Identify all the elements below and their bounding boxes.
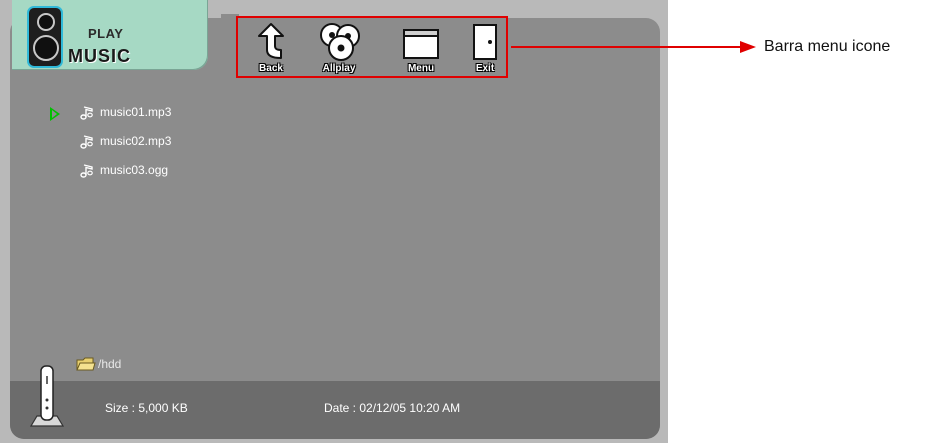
logo-text-music: MUSIC: [68, 46, 131, 66]
media-player-screen: PLAY MUSIC Back Allplay Menu Exit music0…: [0, 0, 668, 443]
main-panel: [10, 18, 660, 439]
exit-label: Exit: [475, 63, 495, 74]
allplay-label: Allplay: [322, 63, 356, 74]
back-arrow-icon: [258, 23, 284, 59]
menu-window-icon: [403, 29, 439, 59]
speaker-logo-icon: [27, 6, 63, 68]
menu-button[interactable]: Menu: [396, 22, 446, 76]
allplay-button[interactable]: Allplay: [314, 22, 364, 76]
music-note-icon: [80, 135, 93, 149]
exit-button[interactable]: Exit: [460, 22, 510, 76]
discs-icon: [320, 23, 360, 61]
callout-label: Barra menu icone: [764, 38, 891, 55]
file-size-text: Size : 5,000 KB: [105, 401, 188, 415]
file-date-text: Date : 02/12/05 10:20 AM: [324, 401, 461, 415]
callout-arrow-icon: [740, 41, 756, 53]
back-label: Back: [259, 63, 283, 74]
menu-label: Menu: [407, 63, 435, 74]
logo-text-play: PLAY: [88, 26, 124, 41]
back-button[interactable]: Back: [246, 22, 296, 76]
play-indicator-icon: [50, 107, 60, 121]
current-path: /hdd: [76, 356, 121, 377]
path-text: /hdd: [98, 357, 122, 371]
folder-icon: [76, 357, 96, 371]
remote-control-icon: [29, 365, 65, 427]
icon-menu-bar: Back Allplay Menu Exit: [236, 16, 508, 78]
door-icon: [473, 24, 497, 60]
music-note-icon: [80, 106, 93, 120]
file-name: music02.mp3: [100, 134, 172, 148]
music-note-icon: [80, 164, 93, 178]
file-name: music01.mp3: [100, 105, 172, 119]
file-name: music03.ogg: [100, 163, 169, 177]
callout-line: [511, 46, 743, 48]
